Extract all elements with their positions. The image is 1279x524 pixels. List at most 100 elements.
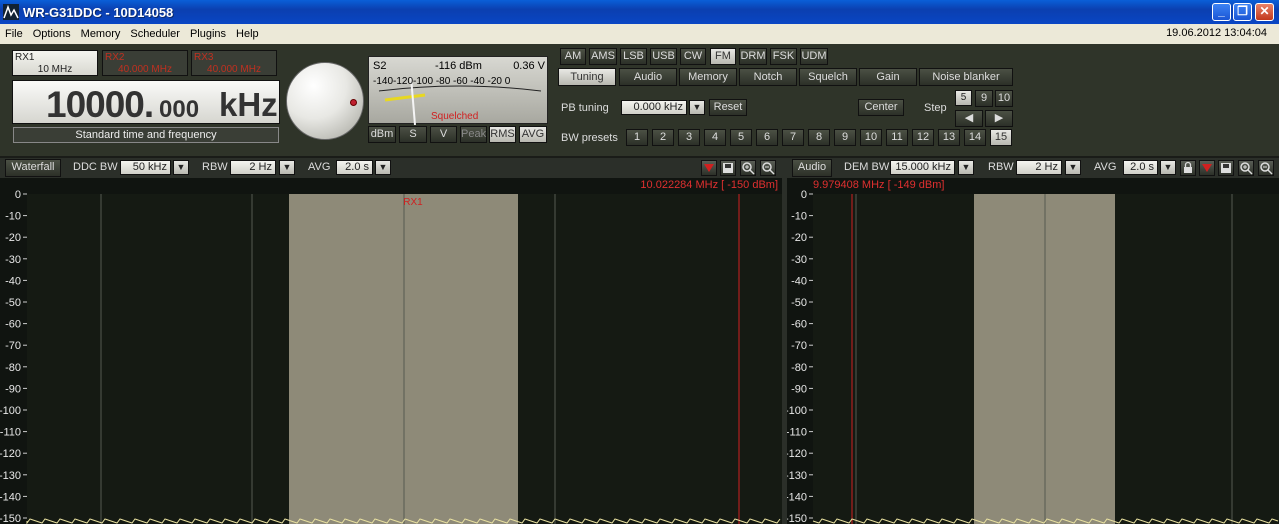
audio-spectrum-plot[interactable]: 0 -10 -20 -30 -40 -50 -60 -70 -80 -90 -100 -110 -120… — [787, 178, 1279, 524]
ddc-bw-field[interactable]: 50 kHz — [120, 160, 171, 175]
menu-memory[interactable]: Memory — [76, 28, 126, 40]
waterfall-button[interactable]: Waterfall — [5, 159, 61, 177]
mode-udm-button[interactable]: UDM — [800, 48, 828, 65]
y-tick-label: -30 — [5, 254, 21, 266]
mode-am-button[interactable]: AM — [560, 48, 586, 65]
center-button[interactable]: Center — [858, 99, 904, 116]
meter-rms-button[interactable]: RMS — [489, 126, 516, 143]
pb-tuning-dropdown[interactable]: ▼ — [689, 100, 705, 115]
rbw-field[interactable]: 2 Hz — [230, 160, 276, 175]
save-icon-right[interactable] — [1218, 160, 1234, 176]
tab-tuning[interactable]: Tuning — [558, 68, 616, 86]
dem-bw-dropdown[interactable]: ▼ — [958, 160, 974, 175]
tab-audio[interactable]: Audio — [619, 68, 677, 86]
close-button[interactable]: ✕ — [1255, 3, 1274, 21]
tab-notch[interactable]: Notch — [739, 68, 797, 86]
step-9-button[interactable]: 9 — [975, 90, 993, 107]
bw-presets-label: BW presets — [561, 132, 618, 144]
y-tick-label: -40 — [5, 275, 21, 287]
lock-icon[interactable] — [1180, 160, 1196, 176]
tuning-knob[interactable] — [286, 62, 364, 140]
step-5-button[interactable]: 5 — [955, 90, 972, 106]
bw-preset-10-button[interactable]: 10 — [860, 129, 882, 146]
meter-peak-button[interactable]: Peak — [460, 126, 487, 143]
meter-s-button[interactable]: S — [399, 126, 427, 143]
y-tick-label: -100 — [787, 405, 807, 417]
bw-preset-7-button[interactable]: 7 — [782, 129, 804, 146]
marker-icon-right[interactable] — [1199, 160, 1215, 176]
bw-preset-14-button[interactable]: 14 — [964, 129, 986, 146]
receiver-tab-rx3[interactable]: RX3 40.000 MHz — [191, 50, 277, 76]
maximize-button[interactable]: ❐ — [1233, 3, 1252, 21]
y-tick-label: -10 — [5, 211, 21, 223]
y-tick-label: -60 — [5, 319, 21, 331]
save-icon[interactable] — [720, 160, 736, 176]
avg-field[interactable]: 2.0 s — [336, 160, 373, 175]
step-10-button[interactable]: 10 — [995, 90, 1013, 107]
zoom-out-icon-right[interactable] — [1258, 160, 1274, 176]
receiver-name: RX3 — [194, 52, 214, 63]
zoom-out-icon[interactable] — [760, 160, 776, 176]
bw-preset-9-button[interactable]: 9 — [834, 129, 856, 146]
meter-avg-button[interactable]: AVG — [519, 126, 547, 143]
y-tick-label: -70 — [791, 340, 807, 352]
bw-preset-2-button[interactable]: 2 — [652, 129, 674, 146]
bw-preset-8-button[interactable]: 8 — [808, 129, 830, 146]
squelch-status: Squelched — [431, 111, 479, 122]
menu-options[interactable]: Options — [28, 28, 76, 40]
meter-dbm-button[interactable]: dBm — [368, 126, 396, 143]
receiver-tab-rx1[interactable]: RX1 10 MHz — [12, 50, 98, 76]
mode-usb-button[interactable]: USB — [650, 48, 677, 65]
reset-button[interactable]: Reset — [709, 99, 747, 116]
meter-v-button[interactable]: V — [430, 126, 457, 143]
frequency-display[interactable]: 10000. 000 kHz — [12, 80, 280, 125]
audio-button[interactable]: Audio — [792, 159, 832, 177]
mode-drm-button[interactable]: DRM — [739, 48, 767, 65]
bw-preset-3-button[interactable]: 3 — [678, 129, 700, 146]
y-tick-label: -50 — [5, 297, 21, 309]
mode-fsk-button[interactable]: FSK — [770, 48, 797, 65]
ddc-spectrum-plot[interactable]: 0 -10 -20 -30 -40 -50 -60 -70 -80 -90 -100 -110 -120… — [0, 178, 782, 524]
bw-preset-12-button[interactable]: 12 — [912, 129, 934, 146]
bw-preset-6-button[interactable]: 6 — [756, 129, 778, 146]
y-tick-label: 0 — [801, 189, 807, 201]
dem-bw-field[interactable]: 15.000 kHz — [890, 160, 955, 175]
menu-file[interactable]: File — [0, 28, 28, 40]
zoom-in-icon-right[interactable] — [1238, 160, 1254, 176]
tab-noise-blanker[interactable]: Noise blanker — [919, 68, 1013, 86]
menu-help[interactable]: Help — [231, 28, 264, 40]
bw-preset-15-button[interactable]: 15 — [990, 129, 1012, 146]
mode-fm-button[interactable]: FM — [710, 48, 736, 65]
bw-preset-13-button[interactable]: 13 — [938, 129, 960, 146]
avg-field-right[interactable]: 2.0 s — [1123, 160, 1158, 175]
rbw-dropdown-right[interactable]: ▼ — [1065, 160, 1081, 175]
pb-tuning-field[interactable]: 0.000 kHz — [621, 100, 687, 115]
step-left-icon[interactable]: ◀ — [955, 110, 983, 127]
tab-memory[interactable]: Memory — [679, 68, 737, 86]
menu-scheduler[interactable]: Scheduler — [125, 28, 185, 40]
bw-preset-4-button[interactable]: 4 — [704, 129, 726, 146]
marker-icon[interactable] — [701, 160, 717, 176]
ddc-bw-dropdown[interactable]: ▼ — [173, 160, 189, 175]
tab-squelch[interactable]: Squelch — [799, 68, 857, 86]
avg-dropdown-right[interactable]: ▼ — [1160, 160, 1176, 175]
minimize-button[interactable]: _ — [1212, 3, 1231, 21]
zoom-in-icon[interactable] — [740, 160, 756, 176]
avg-dropdown[interactable]: ▼ — [375, 160, 391, 175]
mode-cw-button[interactable]: CW — [680, 48, 706, 65]
step-right-icon[interactable]: ▶ — [985, 110, 1013, 127]
y-tick-label: -70 — [5, 340, 21, 352]
y-tick-label: -150 — [0, 513, 21, 524]
rbw-dropdown[interactable]: ▼ — [279, 160, 295, 175]
app-icon — [3, 4, 19, 20]
mode-ams-button[interactable]: AMS — [589, 48, 617, 65]
rbw-field-right[interactable]: 2 Hz — [1016, 160, 1062, 175]
bw-preset-11-button[interactable]: 11 — [886, 129, 908, 146]
tab-gain[interactable]: Gain — [859, 68, 917, 86]
receiver-name: RX1 — [15, 52, 35, 63]
menu-plugins[interactable]: Plugins — [185, 28, 231, 40]
bw-preset-5-button[interactable]: 5 — [730, 129, 752, 146]
bw-preset-1-button[interactable]: 1 — [626, 129, 648, 146]
mode-lsb-button[interactable]: LSB — [620, 48, 647, 65]
receiver-tab-rx2[interactable]: RX2 40.000 MHz — [102, 50, 188, 76]
